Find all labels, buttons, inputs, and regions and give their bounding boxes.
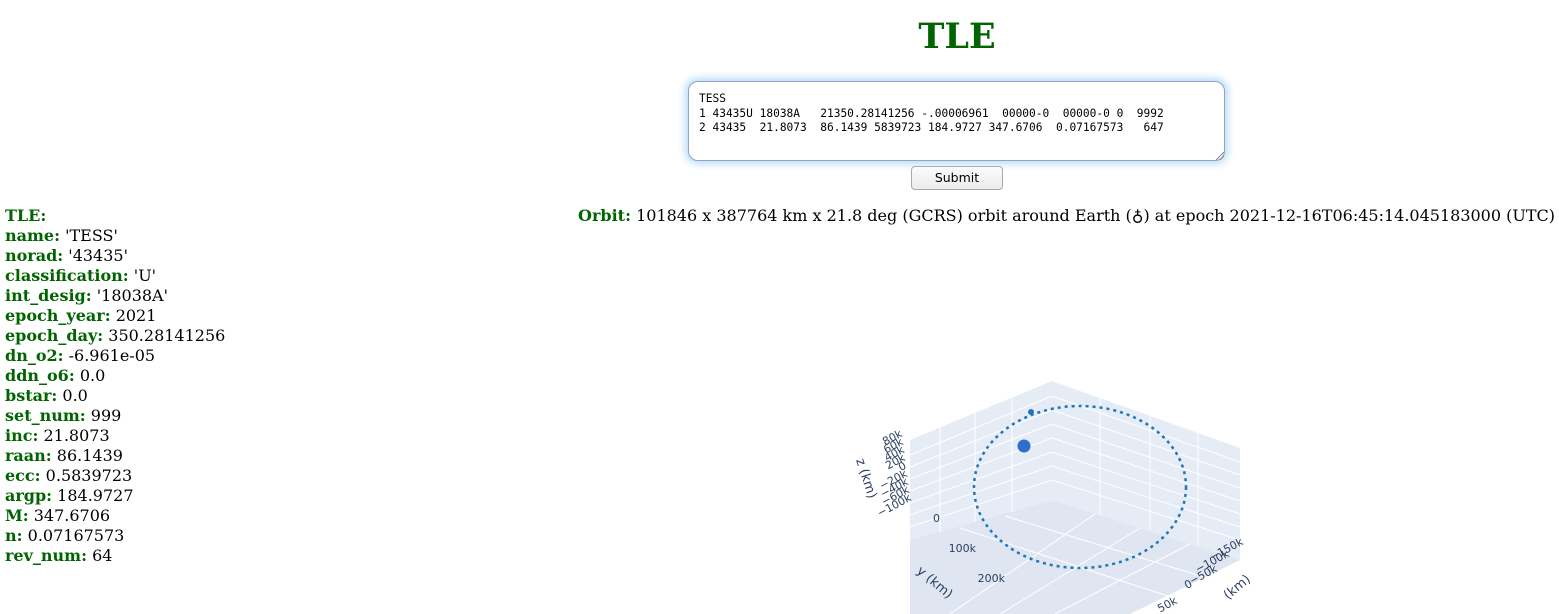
field-key: raan: [5,446,52,465]
field-key: inc: [5,426,39,445]
field-row: rev_num: 64 [5,546,225,566]
orbit-label: Orbit: [578,206,631,225]
satellite-marker [1028,409,1034,415]
field-row: argp: 184.9727 [5,486,225,506]
z-axis-title: z (km) [852,457,879,501]
tle-textarea[interactable]: TESS 1 43435U 18038A 21350.28141256 -.00… [688,81,1225,161]
field-value: 'U' [133,266,157,285]
field-row: bstar: 0.0 [5,386,225,406]
field-value: 347.6706 [33,506,111,525]
field-row: TLE: [5,206,225,226]
orbit-summary: Orbit: 101846 x 387764 km x 21.8 deg (GC… [578,206,1555,226]
field-row: classification: 'U' [5,266,225,286]
field-key: set_num: [5,406,86,425]
field-key: classification: [5,266,129,285]
field-value: 21.8073 [43,426,110,445]
field-row: n: 0.07167573 [5,526,225,546]
earth-sphere [1017,439,1031,453]
field-row: epoch_year: 2021 [5,306,225,326]
field-row: set_num: 999 [5,406,225,426]
field-key: ddn_o6: [5,366,75,385]
field-row: norad: '43435' [5,246,225,266]
field-key: TLE: [5,206,47,225]
field-value: 64 [92,546,113,565]
page-title: TLE [918,16,996,57]
field-row: inc: 21.8073 [5,426,225,446]
field-key: epoch_day: [5,326,104,345]
field-key: M: [5,506,29,525]
field-row: M: 347.6706 [5,506,225,526]
field-value: 0.07167573 [27,526,125,545]
field-value: 350.28141256 [108,326,226,345]
field-value: 0.5839723 [45,466,133,485]
x-axis-title: (km) [1221,572,1254,603]
field-key: bstar: [5,386,58,405]
field-value: '18038A' [96,286,168,305]
field-value: 86.1439 [56,446,123,465]
field-value: 0.0 [62,386,88,405]
field-row: raan: 86.1439 [5,446,225,466]
field-value: '43435' [68,246,128,265]
field-key: n: [5,526,23,545]
field-row: int_desig: '18038A' [5,286,225,306]
field-key: dn_o2: [5,346,64,365]
resize-grip-icon[interactable] [1214,150,1224,160]
field-value: 999 [90,406,122,425]
field-value: -6.961e-05 [68,346,156,365]
tle-viewer-page: TLE TESS 1 43435U 18038A 21350.28141256 … [0,0,1559,614]
submit-button[interactable]: Submit [911,166,1003,190]
field-value: 2021 [115,306,157,325]
field-row: name: 'TESS' [5,226,225,246]
field-value: 0.0 [79,366,106,385]
z-tick-labels: 80k60k40k20k0−20k−40k−60k−100k [875,427,914,520]
field-key: int_desig: [5,286,92,305]
orbit-text: 101846 x 387764 km x 21.8 deg (GCRS) orb… [636,206,1555,225]
field-value: 'TESS' [65,226,118,245]
field-key: name: [5,226,61,245]
field-value: 184.9727 [57,486,134,505]
title-container: TLE [857,14,1057,60]
field-key: norad: [5,246,64,265]
field-key: epoch_year: [5,306,111,325]
y-tick-label: 200k [978,572,1006,585]
field-row: dn_o2: -6.961e-05 [5,346,225,366]
orbit-3d-plot[interactable]: 80k60k40k20k0−20k−40k−60k−100k 0 100k 200k… [800,360,1320,614]
field-row: epoch_day: 350.28141256 [5,326,225,346]
field-key: rev_num: [5,546,88,565]
tle-field-list: TLE: name: 'TESS' norad: '43435' classific… [5,206,225,566]
field-key: ecc: [5,466,41,485]
field-key: argp: [5,486,53,505]
field-row: ddn_o6: 0.0 [5,366,225,386]
field-row: ecc: 0.5839723 [5,466,225,486]
y-tick-label: 0 [933,512,940,525]
y-tick-label: 100k [949,542,977,555]
